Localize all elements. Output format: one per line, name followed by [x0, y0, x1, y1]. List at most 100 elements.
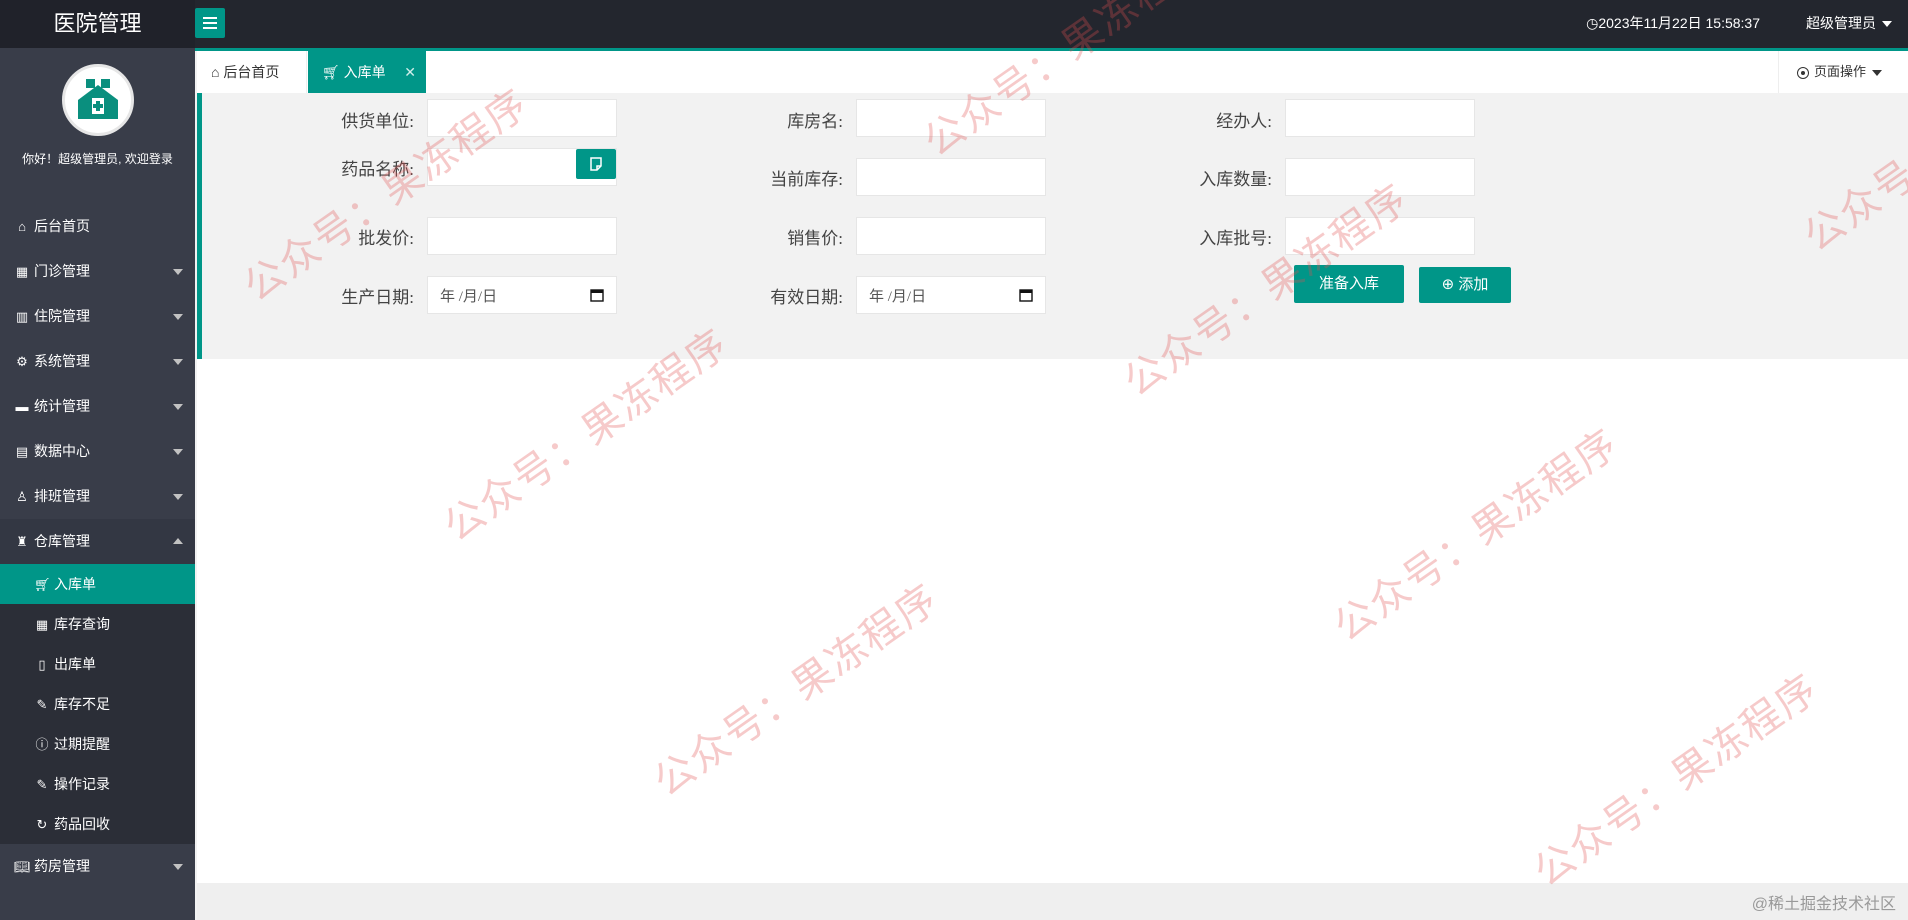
plus-circle-icon: ⊕: [1441, 276, 1455, 293]
sidebar-subitem-expiry-alert[interactable]: ⓘ 过期提醒: [0, 724, 195, 764]
warehouse-icon: ♜: [16, 534, 28, 549]
grid-plus-icon: ▦: [15, 264, 29, 279]
production-date-label: 生产日期:: [341, 288, 414, 307]
home-icon: ⌂: [211, 64, 220, 80]
chevron-down-icon: [173, 314, 183, 320]
user-menu[interactable]: 超级管理员: [1806, 0, 1892, 46]
calendar-icon[interactable]: [590, 288, 604, 302]
footer-brand: @稀土掘金技术社区: [1751, 896, 1896, 913]
hospital-logo-icon: [77, 79, 118, 119]
user-name: 超级管理员: [1806, 15, 1876, 31]
book-icon: 📖︎: [14, 859, 31, 874]
page-ops-label: 页面操作: [1814, 64, 1867, 79]
handler-input[interactable]: [1285, 99, 1475, 137]
chevron-down-icon: [1872, 69, 1883, 76]
calendar-icon: ▦: [35, 617, 49, 632]
welcome-text: 你好！超级管理员, 欢迎登录: [22, 152, 173, 166]
chevron-down-icon: [173, 404, 183, 410]
chevron-down-icon: [173, 494, 183, 500]
sidebar-item-system[interactable]: ⚙ 系统管理: [0, 339, 195, 384]
close-icon[interactable]: ✕: [404, 51, 416, 93]
tab-strip: ⌂ 后台首页 🛒︎ 入库单 ✕ 页面操作: [197, 51, 1908, 94]
expiry-date-input[interactable]: 年 /月/日: [856, 276, 1046, 314]
add-button-label: 添加: [1458, 276, 1489, 293]
prepare-stock-in-button[interactable]: 准备入库: [1294, 265, 1404, 303]
sidebar-item-label: 门诊管理: [34, 263, 90, 279]
content-area: [197, 359, 1908, 883]
sidebar-item-warehouse[interactable]: ♜ 仓库管理: [0, 519, 195, 564]
sidebar-item-label: 数据中心: [34, 443, 90, 459]
sidebar-subitem-operation-log[interactable]: ✎ 操作记录: [0, 764, 195, 804]
tab-home[interactable]: ⌂ 后台首页: [197, 51, 307, 93]
page-operations-menu[interactable]: 页面操作: [1778, 51, 1908, 93]
avatar: [61, 64, 134, 136]
sidebar-subitem-drug-recycle[interactable]: ↻ 药品回收: [0, 804, 195, 844]
wholesale-price-label: 批发价:: [358, 229, 414, 248]
tab-label: 后台首页: [223, 64, 280, 80]
supplier-input[interactable]: [427, 99, 617, 137]
sidebar-item-label: 住院管理: [34, 308, 90, 324]
handler-label: 经办人:: [1216, 112, 1272, 131]
chevron-up-icon: [173, 538, 183, 544]
sidebar-item-label: 后台首页: [34, 218, 90, 234]
info-icon: ⓘ: [35, 737, 49, 752]
file-icon: ▯: [38, 657, 46, 672]
date-placeholder: 年 /月/日: [869, 288, 927, 305]
select-drug-button[interactable]: [576, 149, 616, 179]
sidebar-subitem-label: 库存查询: [54, 616, 110, 632]
sidebar-subitem-stock-in[interactable]: 🛒︎ 入库单: [0, 564, 195, 604]
chevron-down-icon: [173, 864, 183, 870]
sidebar-subitem-label: 过期提醒: [54, 736, 110, 752]
tab-label: 入库单: [343, 64, 386, 80]
document-icon: ▤: [15, 444, 29, 459]
sidebar-subitem-label: 药品回收: [54, 816, 110, 832]
sidebar-item-statistics[interactable]: ▬ 统计管理: [0, 384, 195, 429]
wholesale-price-input[interactable]: [427, 217, 617, 255]
stock-in-form: 供货单位: 库房名: 经办人: 药品名称: 当前库存: 入库数量: 批发价: 销…: [202, 93, 1908, 359]
cart-icon: 🛒︎: [34, 577, 51, 592]
sidebar-item-data-center[interactable]: ▤ 数据中心: [0, 429, 195, 474]
sidebar-subitem-stock-out[interactable]: ▯ 出库单: [0, 644, 195, 684]
menu-toggle-button[interactable]: [195, 8, 225, 38]
cart-icon: 🛒︎: [322, 64, 340, 80]
sidebar-subitem-stock-query[interactable]: ▦ 库存查询: [0, 604, 195, 644]
header-clock: ◷2023年11月22日 15:58:37: [1586, 0, 1760, 46]
target-icon: [1797, 66, 1809, 79]
sidebar-item-label: 系统管理: [34, 353, 90, 369]
building-icon: ▥: [15, 309, 29, 324]
sale-price-input[interactable]: [856, 217, 1046, 255]
supplier-label: 供货单位:: [341, 112, 414, 131]
current-stock-label: 当前库存:: [770, 170, 843, 189]
note-icon: [590, 157, 602, 171]
production-date-input[interactable]: 年 /月/日: [427, 276, 617, 314]
edit-file-icon: ✎: [36, 697, 48, 712]
app-title: 医院管理: [0, 0, 195, 48]
in-qty-label: 入库数量:: [1199, 170, 1272, 189]
sidebar-subitem-label: 操作记录: [54, 776, 110, 792]
warehouse-submenu: 🛒︎ 入库单 ▦ 库存查询 ▯ 出库单 ✎ 库存不足 ⓘ 过期提醒 ✎ 操作记录 ↻ 药品回收: [0, 564, 195, 844]
sidebar-item-outpatient[interactable]: ▦ 门诊管理: [0, 249, 195, 294]
sidebar-subitem-low-stock[interactable]: ✎ 库存不足: [0, 684, 195, 724]
sidebar-item-scheduling[interactable]: ♙ 排班管理: [0, 474, 195, 519]
sidebar-item-home[interactable]: ⌂ 后台首页: [0, 204, 195, 249]
calendar-icon[interactable]: [1019, 288, 1033, 302]
sidebar-item-inpatient[interactable]: ▥ 住院管理: [0, 294, 195, 339]
edit-file-icon: ✎: [36, 777, 48, 792]
gear-icon: ⚙: [16, 354, 28, 369]
sidebar-item-label: 统计管理: [34, 398, 90, 414]
sidebar-item-pharmacy[interactable]: 📖︎ 药房管理: [0, 844, 195, 889]
datetime-text: 2023年11月22日 15:58:37: [1598, 15, 1760, 31]
in-qty-input[interactable]: [1285, 158, 1475, 196]
profile-panel: 你好！超级管理员, 欢迎登录: [0, 64, 195, 204]
warehouse-input[interactable]: [856, 99, 1046, 137]
sidebar-subitem-label: 出库单: [54, 656, 96, 672]
chat-icon: ▬: [15, 399, 29, 414]
tab-stock-in[interactable]: 🛒︎ 入库单 ✕: [308, 51, 426, 93]
current-stock-input[interactable]: [856, 158, 1046, 196]
top-bar: 医院管理 ◷2023年11月22日 15:58:37 超级管理员: [0, 0, 1908, 48]
warehouse-label: 库房名:: [787, 112, 843, 131]
batch-number-input[interactable]: [1285, 217, 1475, 255]
hamburger-icon: [203, 17, 217, 29]
chevron-down-icon: [173, 449, 183, 455]
add-button[interactable]: ⊕ 添加: [1419, 267, 1511, 303]
